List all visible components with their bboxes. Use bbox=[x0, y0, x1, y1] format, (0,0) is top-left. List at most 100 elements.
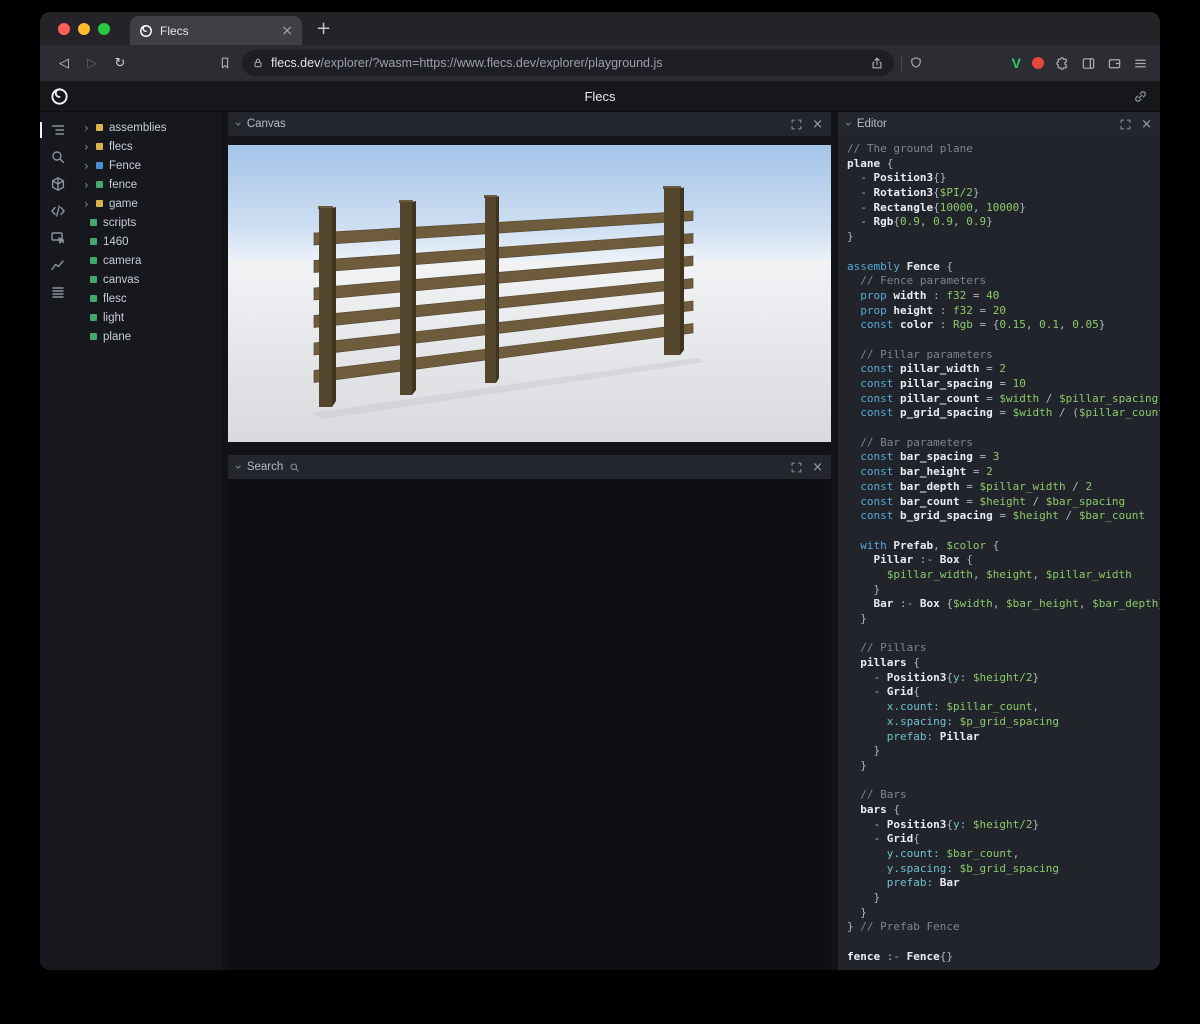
app-header: Flecs bbox=[40, 82, 1160, 112]
tree-item-1460[interactable]: 1460 bbox=[76, 232, 221, 251]
traffic-lights bbox=[40, 23, 122, 35]
active-tab-indicator bbox=[40, 122, 42, 138]
record-extension-icon[interactable] bbox=[1032, 57, 1044, 69]
tree-item-game[interactable]: › game bbox=[76, 194, 221, 213]
tree-item-scripts[interactable]: scripts bbox=[76, 213, 221, 232]
editor-panel-title: Editor bbox=[857, 118, 887, 130]
new-tab-button[interactable]: + bbox=[316, 20, 331, 38]
tree-item-label: fence bbox=[109, 179, 137, 191]
tree-item-label: game bbox=[109, 198, 138, 210]
stats-icon[interactable] bbox=[50, 284, 66, 300]
tree-item-label: flesc bbox=[103, 293, 127, 305]
expand-panel-icon[interactable] bbox=[1120, 119, 1131, 130]
tree-item-light[interactable]: light bbox=[76, 308, 221, 327]
search-magnifier-icon bbox=[289, 462, 300, 473]
collapse-chevron-icon[interactable]: › bbox=[231, 122, 245, 127]
entity-color-square bbox=[90, 219, 97, 226]
forward-button[interactable]: ▷ bbox=[80, 56, 104, 71]
entity-color-square bbox=[90, 333, 97, 340]
close-window-button[interactable] bbox=[58, 23, 70, 35]
tree-item-label: camera bbox=[103, 255, 141, 267]
tree-item-label: assemblies bbox=[109, 122, 167, 134]
entity-color-square bbox=[90, 295, 97, 302]
tree-item-camera[interactable]: camera bbox=[76, 251, 221, 270]
tree-item-canvas[interactable]: canvas bbox=[76, 270, 221, 289]
entity-color-square bbox=[90, 238, 97, 245]
chart-icon[interactable] bbox=[50, 257, 66, 273]
editor-panel-header: › Editor × bbox=[838, 112, 1160, 136]
flecs-favicon bbox=[139, 24, 153, 38]
canvas-panel-title: Canvas bbox=[247, 118, 286, 130]
expand-panel-icon[interactable] bbox=[791, 462, 802, 473]
collapse-chevron-icon[interactable]: › bbox=[841, 122, 855, 127]
tree-item-label: plane bbox=[103, 331, 131, 343]
app-main: ›assemblies›flecs›Fence›fence›gamescript… bbox=[40, 112, 1160, 970]
cube-icon[interactable] bbox=[50, 176, 66, 192]
search-icon[interactable] bbox=[50, 149, 66, 165]
entity-color-square bbox=[90, 276, 97, 283]
zoom-window-button[interactable] bbox=[98, 23, 110, 35]
collapse-chevron-icon[interactable]: › bbox=[231, 465, 245, 470]
tab-close-icon[interactable]: × bbox=[281, 23, 293, 39]
shield-icon[interactable] bbox=[909, 56, 923, 70]
expand-chevron-icon: › bbox=[84, 160, 93, 172]
browser-tab[interactable]: Flecs × bbox=[130, 16, 302, 45]
menu-icon[interactable] bbox=[1133, 56, 1148, 71]
expand-chevron-icon: › bbox=[84, 198, 93, 210]
search-results-area[interactable] bbox=[228, 479, 831, 970]
editor-panel: › Editor × // The ground planeplane { - … bbox=[838, 112, 1160, 970]
expand-panel-icon[interactable] bbox=[791, 119, 802, 130]
canvas-panel-header: › Canvas × bbox=[228, 112, 831, 136]
browser-window: Flecs × + ◁ ▷ ↻ flecs.dev/explorer/?wasm… bbox=[40, 12, 1160, 970]
share-link-icon[interactable] bbox=[1133, 89, 1148, 109]
close-panel-icon[interactable]: × bbox=[812, 117, 823, 132]
center-column: › Canvas × bbox=[228, 112, 831, 970]
entity-color-square bbox=[96, 181, 103, 188]
editor-code[interactable]: // The ground planeplane { - Position3{}… bbox=[838, 136, 1160, 970]
url-text: flecs.dev/explorer/?wasm=https://www.fle… bbox=[271, 56, 663, 70]
flecs-logo-icon[interactable] bbox=[50, 87, 69, 111]
tree-item-label: light bbox=[103, 312, 124, 324]
tree-item-flecs[interactable]: ›flecs bbox=[76, 137, 221, 156]
entity-tree: ›assemblies›flecs › Fence ›fence › game script… bbox=[76, 112, 221, 970]
entity-color-square bbox=[96, 200, 103, 207]
tree-item-label: Fence bbox=[109, 160, 141, 172]
minimize-window-button[interactable] bbox=[78, 23, 90, 35]
close-panel-icon[interactable]: × bbox=[1141, 117, 1152, 132]
code-icon[interactable] bbox=[50, 203, 66, 219]
entity-color-square bbox=[90, 257, 97, 264]
inspect-icon[interactable] bbox=[50, 230, 66, 246]
entity-color-square bbox=[96, 124, 103, 131]
v-extension-icon[interactable]: V bbox=[1012, 55, 1021, 71]
tree-item-Fence[interactable]: › Fence bbox=[76, 156, 221, 175]
tree-item-label: 1460 bbox=[103, 236, 129, 248]
tree-item-label: canvas bbox=[103, 274, 139, 286]
tree-item-plane[interactable]: plane bbox=[76, 327, 221, 346]
wallet-icon[interactable] bbox=[1107, 56, 1122, 71]
tab-title: Flecs bbox=[160, 24, 281, 38]
close-panel-icon[interactable]: × bbox=[812, 460, 823, 475]
page-title: Flecs bbox=[584, 89, 615, 104]
flecs-explorer-app: Flecs bbox=[40, 82, 1160, 970]
canvas-3d-viewport[interactable] bbox=[228, 145, 831, 442]
tree-item-flesc[interactable]: flesc bbox=[76, 289, 221, 308]
back-button[interactable]: ◁ bbox=[52, 56, 76, 71]
tree-item-fence[interactable]: ›fence bbox=[76, 175, 221, 194]
sidebar-toggle-icon[interactable] bbox=[1081, 56, 1096, 71]
toolbar-separator bbox=[901, 55, 902, 71]
url-bar[interactable]: flecs.dev/explorer/?wasm=https://www.fle… bbox=[242, 50, 894, 76]
panel-gap bbox=[228, 443, 831, 455]
entity-tree-icon[interactable] bbox=[50, 122, 66, 138]
reload-button[interactable]: ↻ bbox=[108, 56, 132, 71]
tree-item-assemblies[interactable]: ›assemblies bbox=[76, 118, 221, 137]
entity-color-square bbox=[96, 143, 103, 150]
extensions-puzzle-icon[interactable] bbox=[1055, 56, 1070, 71]
tree-item-label: flecs bbox=[109, 141, 133, 153]
canvas-panel: › Canvas × bbox=[228, 112, 831, 443]
entity-color-square bbox=[96, 162, 103, 169]
entity-color-square bbox=[90, 314, 97, 321]
share-icon[interactable] bbox=[870, 56, 884, 70]
tree-item-label: scripts bbox=[103, 217, 136, 229]
bookmark-icon[interactable] bbox=[218, 56, 232, 70]
extension-cluster: V bbox=[1012, 55, 1148, 71]
